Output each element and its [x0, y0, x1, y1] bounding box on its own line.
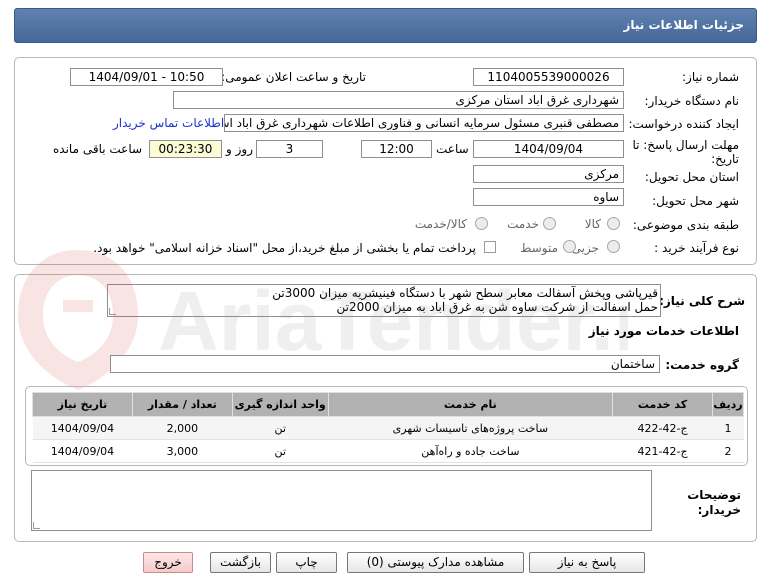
purchase-type-label: نوع فرآیند خرید : — [654, 241, 739, 255]
col-qty: تعداد / مقدار — [131, 392, 233, 417]
col-name: نام خدمت — [327, 392, 614, 417]
remaining-time-field: 00:23:30 — [149, 140, 222, 158]
cell-unit: تن — [232, 416, 329, 440]
buyer-notes-label: توضیحات — [687, 488, 741, 502]
cell-unit: تن — [232, 439, 329, 463]
buyer-contact-link[interactable]: اطلاعات تماس خریدار — [113, 116, 224, 130]
deadline-time-field[interactable]: 12:00 — [361, 140, 432, 158]
buyer-notes-label-2: خریدار: — [697, 503, 741, 517]
city-field[interactable]: ساوه — [473, 188, 624, 206]
exit-button[interactable]: خروج — [143, 552, 193, 573]
services-table: تاریخ نیاز تعداد / مقدار واحد اندازه گیر… — [32, 392, 745, 463]
back-button[interactable]: بازگشت — [210, 552, 271, 573]
category-option-goods-service: کالا/خدمت — [414, 217, 467, 231]
service-group-field[interactable]: ساختمان — [110, 355, 660, 373]
description-label: شرح کلی نیاز: — [659, 294, 745, 308]
attachments-button[interactable]: مشاهده مدارک پیوستی (0) — [347, 552, 524, 573]
cell-index: 2 — [712, 439, 744, 463]
deadline-time-label: ساعت — [436, 142, 469, 156]
cell-date: 1404/09/04 — [32, 439, 133, 463]
deadline-label-date: تاریخ: — [711, 152, 739, 166]
category-label: طبقه بندی موضوعی: — [632, 218, 739, 232]
announce-date-label: تاریخ و ساعت اعلان عمومی: — [221, 70, 366, 84]
watermark-logo: AriaTender.net — [18, 250, 628, 390]
need-number-field[interactable]: 1104005539000026 — [473, 68, 624, 86]
category-option-goods: کالا — [584, 217, 601, 231]
table-row: 1404/09/04 3,000 تن ساخت جاده و راه‌آهن … — [32, 439, 744, 463]
need-info-panel — [14, 57, 757, 265]
deadline-date-field[interactable]: 1404/09/04 — [473, 140, 624, 158]
creator-field[interactable]: مصطفی قنبری مسئول سرمایه انسانی و فناوری… — [224, 114, 624, 132]
service-group-label: گروه خدمت: — [665, 358, 739, 372]
category-option-service: خدمت — [507, 217, 539, 231]
reply-button[interactable]: پاسخ به نیاز — [529, 552, 645, 573]
col-index: ردیف — [711, 392, 745, 417]
category-radio-goods-service[interactable] — [475, 217, 488, 230]
cell-code: ج-42-421 — [612, 439, 713, 463]
watermark-text: AriaTender.net — [158, 274, 628, 368]
cell-qty: 2,000 — [132, 416, 233, 440]
creator-label: ایجاد کننده درخواست: — [628, 117, 739, 131]
announce-date-field[interactable]: 1404/09/01 - 10:50 — [70, 68, 223, 86]
resize-handle-icon[interactable] — [33, 522, 40, 529]
category-radio-service[interactable] — [543, 217, 556, 230]
page-header: جزئیات اطلاعات نیاز — [14, 8, 757, 43]
cell-name: ساخت پروژه‌های تاسیسات شهری — [328, 416, 613, 440]
buyer-name-field[interactable]: شهرداری غرق اباد استان مرکزی — [173, 91, 624, 109]
days-remaining-field[interactable]: 3 — [256, 140, 323, 158]
deadline-label: مهلت ارسال پاسخ: تا — [632, 138, 739, 152]
buyer-name-label: نام دستگاه خریدار: — [644, 94, 740, 108]
col-date: تاریخ نیاز — [32, 392, 133, 417]
print-button[interactable]: چاپ — [276, 552, 337, 573]
remaining-time-label: ساعت باقی مانده — [53, 142, 143, 156]
days-label: روز و — [226, 142, 253, 156]
cell-qty: 3,000 — [132, 439, 233, 463]
col-unit: واحد اندازه گیری — [231, 392, 329, 417]
col-code: کد خدمت — [612, 392, 713, 417]
buyer-notes-textarea[interactable] — [31, 470, 652, 531]
cell-name: ساخت جاده و راه‌آهن — [328, 439, 613, 463]
province-label: استان محل تحویل: — [644, 170, 739, 184]
need-number-label: شماره نیاز: — [682, 70, 739, 84]
cell-code: ج-42-422 — [612, 416, 713, 440]
table-row: 1404/09/04 2,000 تن ساخت پروژه‌های تاسیس… — [32, 416, 744, 440]
services-section-title: اطلاعات خدمات مورد نیاز — [588, 324, 739, 338]
cell-date: 1404/09/04 — [32, 416, 133, 440]
city-label: شهر محل تحویل: — [652, 194, 739, 208]
cell-index: 1 — [712, 416, 744, 440]
category-radio-goods[interactable] — [607, 217, 620, 230]
page-title: جزئیات اطلاعات نیاز — [623, 18, 744, 32]
province-field[interactable]: مرکزی — [473, 165, 624, 183]
